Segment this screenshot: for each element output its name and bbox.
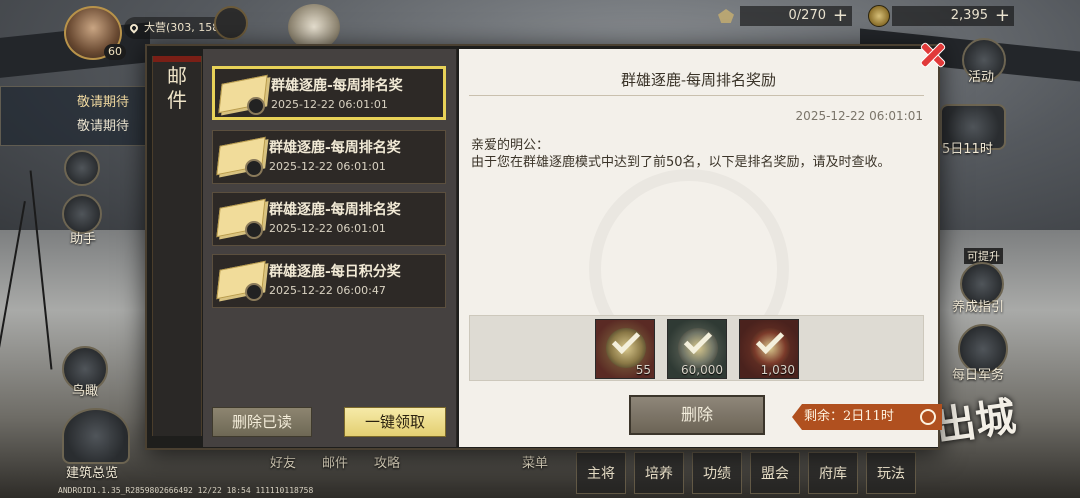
mail-list-item[interactable]: 群雄逐鹿-每周排名奖 2025-12-22 06:01:01 bbox=[212, 192, 446, 246]
assistant-label: 助手 bbox=[70, 232, 97, 247]
go-out-city-button[interactable]: 出城 bbox=[930, 393, 1028, 495]
close-icon[interactable] bbox=[914, 36, 950, 72]
left-event-banner[interactable]: 敬请期待 敬请期待 bbox=[0, 86, 150, 146]
mail-item-title: 群雄逐鹿-每日积分奖 bbox=[269, 264, 401, 280]
mail-detail-time: 2025-12-22 06:01:01 bbox=[795, 109, 923, 123]
nav-train[interactable]: 培养 bbox=[634, 452, 684, 494]
mail-message: 由于您在群雄逐鹿模式中达到了前50名，以下是排名奖励，请及时查收。 bbox=[471, 155, 891, 170]
reward-item[interactable]: 55 bbox=[595, 319, 655, 379]
add-coin-icon[interactable]: + bbox=[995, 6, 1010, 26]
mail-dialog: 邮件 群雄逐鹿-每周排名奖 2025-12-22 06:01:01 群雄逐鹿-每… bbox=[145, 44, 942, 450]
version-string: ANDROID1.1.35_R2859802666492 12/22 18:54… bbox=[58, 486, 314, 495]
coin-icon bbox=[868, 5, 890, 27]
clock-icon bbox=[920, 409, 936, 425]
mail-list-item[interactable]: 群雄逐鹿-每周排名奖 2025-12-22 06:01:01 bbox=[212, 130, 446, 184]
coin-value: 2,395 bbox=[950, 8, 988, 23]
building-overview-label: 建筑总览 bbox=[66, 466, 119, 481]
mail-item-time: 2025-12-22 06:00:47 bbox=[269, 284, 386, 297]
daily-tasks-label: 每日军务 bbox=[952, 368, 1005, 383]
mail-list-panel: 群雄逐鹿-每周排名奖 2025-12-22 06:01:01 群雄逐鹿-每周排名… bbox=[203, 49, 457, 447]
reward-tray: 55 60,000 1,030 bbox=[469, 315, 924, 381]
reward-item[interactable]: 1,030 bbox=[739, 319, 799, 379]
nav-menu[interactable]: 菜单 bbox=[522, 452, 548, 471]
mail-detail-panel: 群雄逐鹿-每周排名奖励 2025-12-22 06:01:01 亲爱的明公： 由… bbox=[459, 49, 938, 447]
mail-list-item[interactable]: 群雄逐鹿-每周排名奖 2025-12-22 06:01:01 bbox=[212, 66, 446, 120]
banner-subtitle: 敬请期待 bbox=[77, 119, 130, 134]
bird-view-label: 鸟瞰 bbox=[72, 384, 99, 399]
growth-guide-label: 养成指引 bbox=[952, 300, 1005, 315]
banner-title: 敬请期待 bbox=[77, 95, 130, 110]
mail-detail-body: 亲爱的明公： 由于您在群雄逐鹿模式中达到了前50名，以下是排名奖励，请及时查收。 bbox=[471, 137, 926, 171]
mail-item-title: 群雄逐鹿-每周排名奖 bbox=[269, 202, 401, 218]
food-resource[interactable]: 0/270 + bbox=[718, 6, 852, 26]
remaining-time-tag: 剩余：2日11时 bbox=[792, 404, 942, 430]
mail-envelope-icon bbox=[216, 198, 269, 243]
hero-event-timer: 5日11时 bbox=[942, 142, 993, 157]
mail-sidebar-strip bbox=[152, 56, 202, 436]
divider bbox=[469, 95, 924, 96]
mail-header: 邮件 bbox=[167, 64, 187, 112]
mail-envelope-icon bbox=[216, 260, 269, 305]
nav-merits[interactable]: 功绩 bbox=[692, 452, 742, 494]
add-food-icon[interactable]: + bbox=[833, 6, 848, 26]
mail-greeting: 亲爱的明公： bbox=[471, 138, 550, 153]
mail-detail-title: 群雄逐鹿-每周排名奖励 bbox=[620, 71, 777, 89]
hud-round-button[interactable] bbox=[214, 6, 248, 40]
building-overview-icon[interactable] bbox=[62, 408, 130, 464]
mail-item-title: 群雄逐鹿-每周排名奖 bbox=[271, 78, 403, 94]
nav-treasury[interactable]: 府库 bbox=[808, 452, 858, 494]
mail-item-time: 2025-12-22 06:01:01 bbox=[269, 222, 386, 235]
mail-list-item[interactable]: 群雄逐鹿-每日积分奖 2025-12-22 06:00:47 bbox=[212, 254, 446, 308]
mail-item-time: 2025-12-22 06:01:01 bbox=[269, 160, 386, 173]
nav-friends[interactable]: 好友 bbox=[270, 452, 296, 471]
nav-alliance[interactable]: 盟会 bbox=[750, 452, 800, 494]
claim-all-button[interactable]: 一键领取 bbox=[344, 407, 446, 437]
mail-envelope-icon bbox=[216, 136, 269, 181]
reward-quantity: 1,030 bbox=[760, 363, 795, 377]
nav-general[interactable]: 主将 bbox=[576, 452, 626, 494]
food-value: 0/270 bbox=[788, 8, 826, 23]
location-pin-icon bbox=[128, 22, 140, 34]
nav-guide[interactable]: 攻略 bbox=[374, 452, 400, 471]
nav-mail[interactable]: 邮件 bbox=[322, 452, 348, 471]
mail-item-title: 群雄逐鹿-每周排名奖 bbox=[269, 140, 401, 156]
reward-item[interactable]: 60,000 bbox=[667, 319, 727, 379]
nav-gameplay[interactable]: 玩法 bbox=[866, 452, 916, 494]
activity-label: 活动 bbox=[968, 70, 995, 85]
reward-quantity: 55 bbox=[635, 363, 651, 377]
scroll-icon[interactable] bbox=[64, 150, 100, 186]
reward-quantity: 60,000 bbox=[681, 363, 723, 377]
delete-mail-button[interactable]: 删除 bbox=[629, 395, 765, 435]
remaining-time-text: 剩余：2日11时 bbox=[804, 409, 894, 424]
mail-envelope-icon bbox=[218, 74, 271, 119]
player-level-badge: 60 bbox=[104, 44, 126, 60]
delete-read-button[interactable]: 删除已读 bbox=[212, 407, 312, 437]
mail-item-time: 2025-12-22 06:01:01 bbox=[271, 98, 388, 111]
coin-resource[interactable]: 2,395 + bbox=[868, 5, 1014, 27]
location-text: 大营(303, 158) bbox=[144, 21, 224, 34]
